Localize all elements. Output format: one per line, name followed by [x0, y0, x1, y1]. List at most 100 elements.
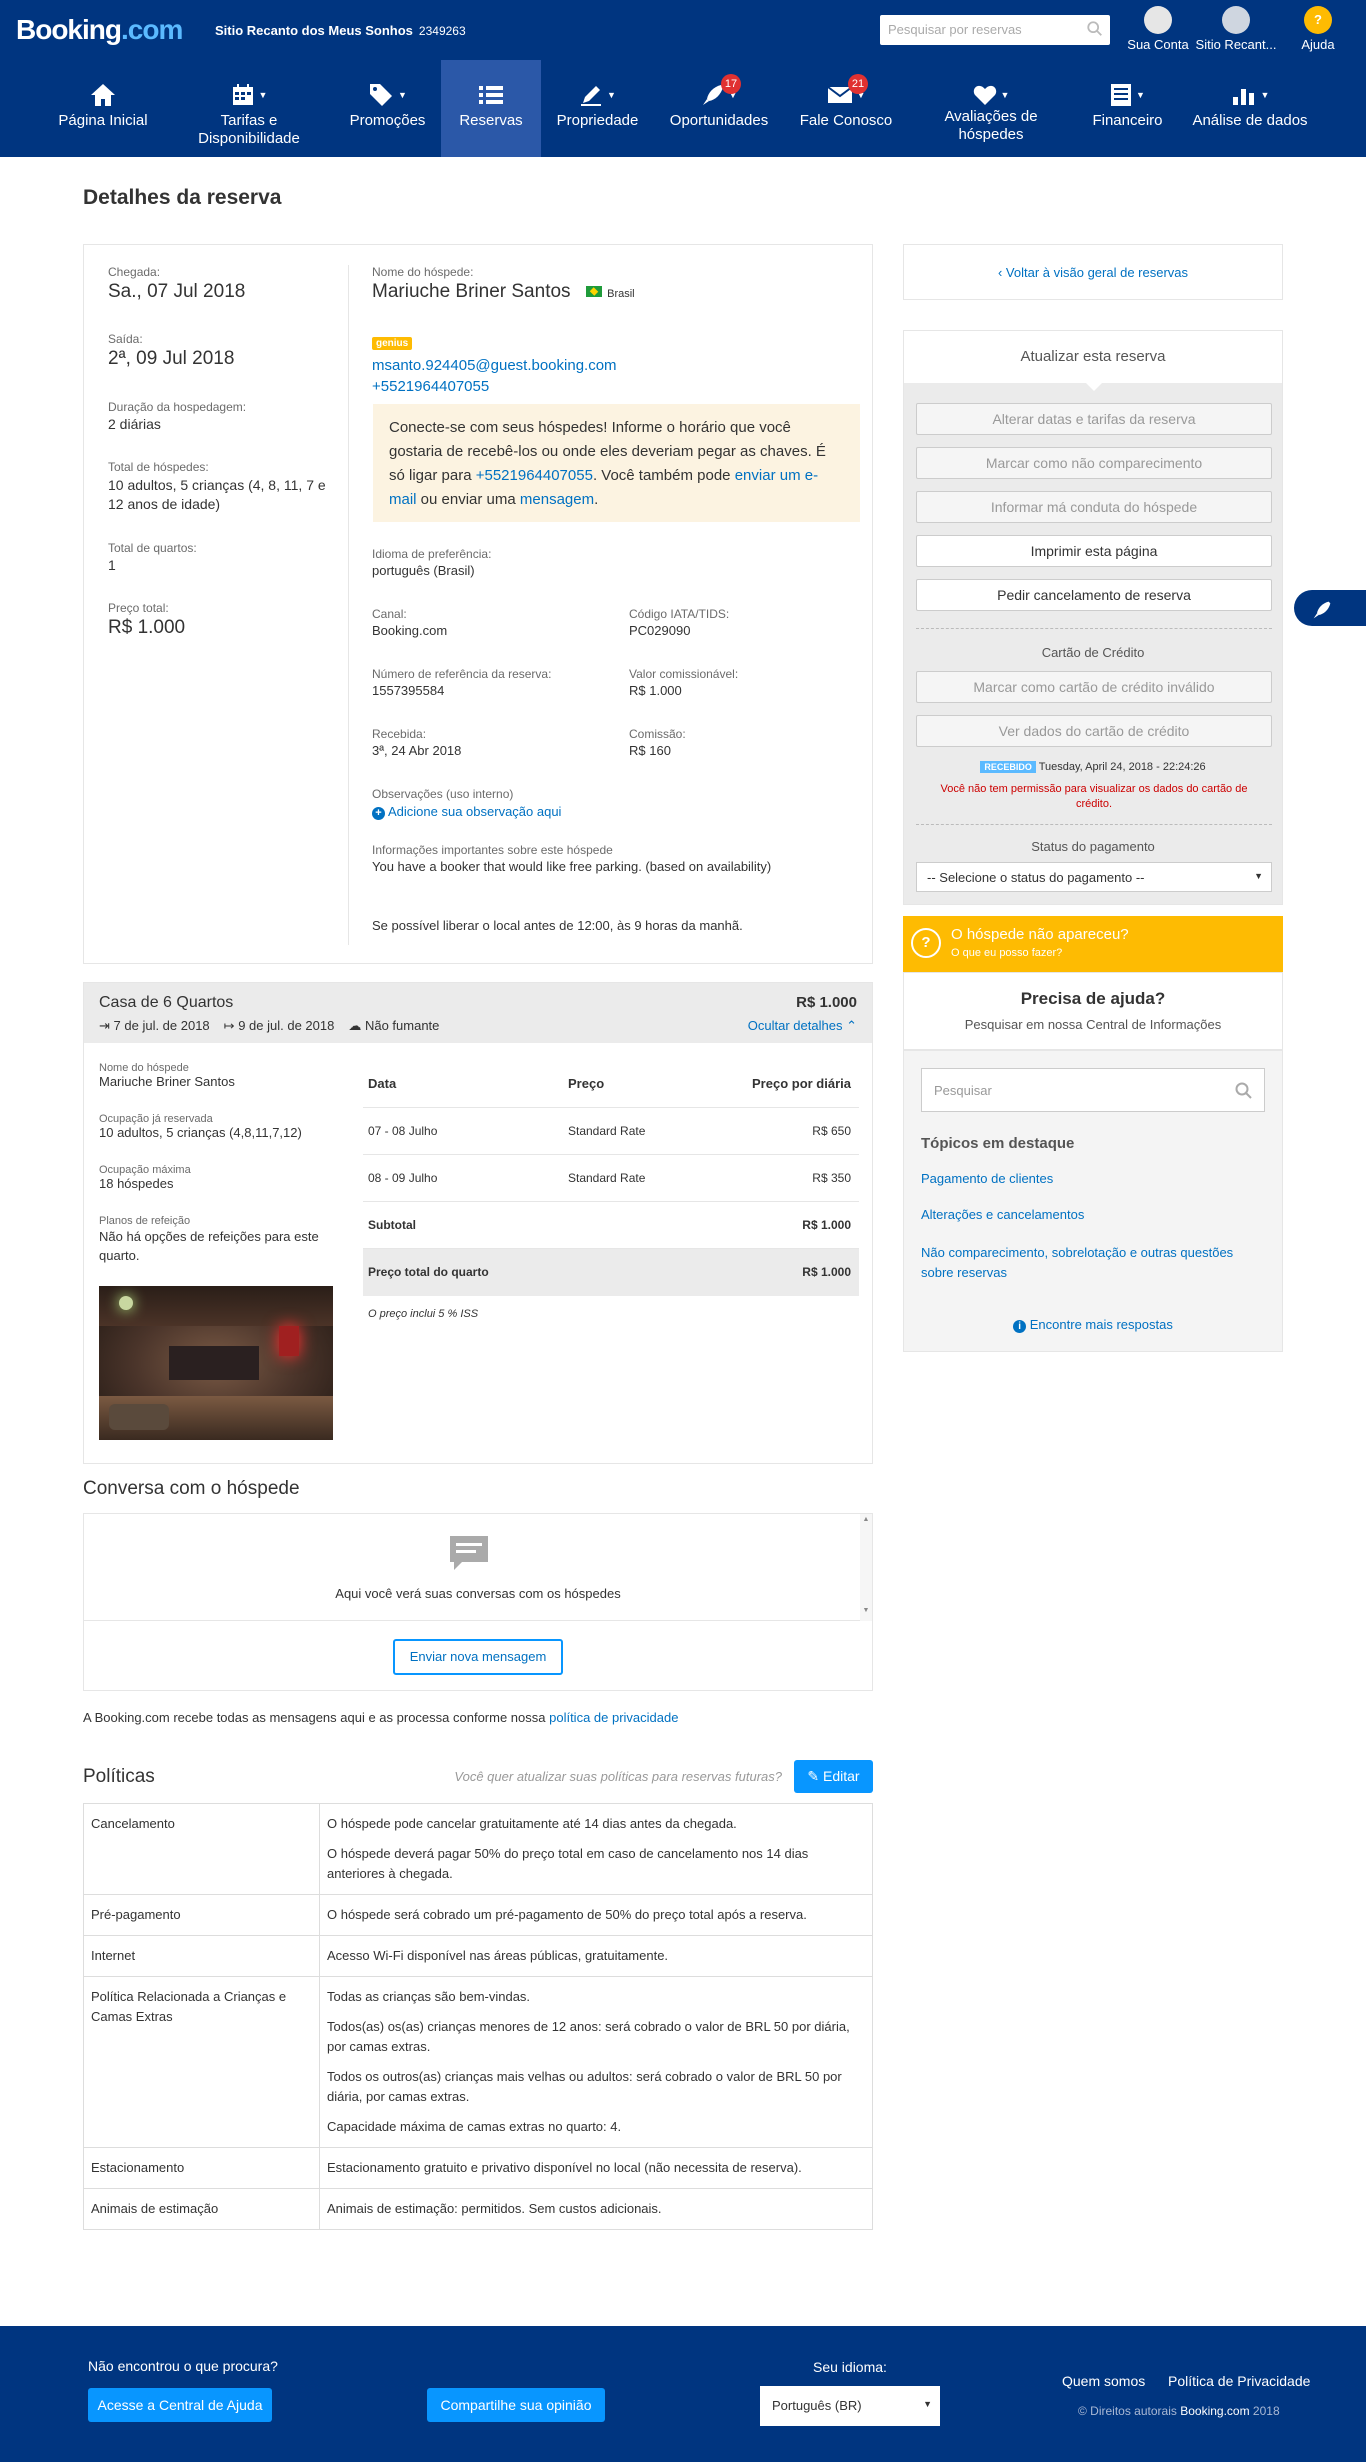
policy-text: O hóspede pode cancelar gratuitamente at…	[319, 1803, 873, 1895]
guest-email-link[interactable]: msanto.924405@guest.booking.com	[372, 355, 617, 376]
commission-value: R$ 160	[629, 743, 671, 758]
conversation-scrollbar[interactable]: ▲ ▼	[860, 1514, 872, 1621]
conversation-card: Aqui você verá suas conversas com os hós…	[83, 1513, 873, 1691]
topic-link[interactable]: Alterações e cancelamentos	[921, 1207, 1084, 1222]
footer: Não encontrou o que procura? Acesse a Ce…	[0, 2326, 1366, 2462]
nav-contact[interactable]: 21 ▼ Fale Conosco	[796, 60, 896, 157]
tag-icon	[370, 84, 393, 106]
reservation-search-input[interactable]: Pesquisar por reservas	[880, 15, 1110, 45]
account-menu[interactable]: Sua Conta	[1126, 6, 1190, 52]
help-center-button[interactable]: Acesse a Central de Ajuda	[88, 2388, 272, 2422]
note-message-link[interactable]: mensagem	[520, 491, 594, 508]
nav-rates[interactable]: ▼ Tarifas e Disponibilidade	[184, 60, 314, 157]
add-observation-link[interactable]: + Adicione sua observação aqui	[372, 804, 561, 820]
nav-reservations[interactable]: Reservas	[441, 60, 541, 157]
room-total-row: Preço total do quarto R$ 1.000	[363, 1249, 859, 1296]
topic-link[interactable]: Pagamento de clientes	[921, 1171, 1053, 1186]
guest-phone-link[interactable]: +5521964407055	[372, 376, 617, 397]
rate-date: 07 - 08 Julho	[368, 1124, 438, 1138]
back-to-overview-link[interactable]: ‹ Voltar à visão geral de reservas	[904, 265, 1282, 280]
nav-property[interactable]: ▼ Propriedade	[550, 60, 645, 157]
nav-home[interactable]: Página Inicial	[48, 60, 158, 157]
language-label: Seu idioma:	[813, 2359, 887, 2375]
policy-line: Todos os outros(as) crianças mais velhas…	[327, 2069, 842, 2104]
room-guest: Mariuche Briner Santos	[99, 1074, 235, 1089]
conversation-area[interactable]: Aqui você verá suas conversas com os hós…	[84, 1514, 872, 1621]
topic-link[interactable]: Não comparecimento, sobrelotação e outra…	[921, 1243, 1261, 1283]
nav-promotions[interactable]: ▼ Promoções	[340, 60, 435, 157]
chevron-down-icon: ▼	[1136, 90, 1145, 100]
nav-opportunities[interactable]: 17 ▼ Oportunidades	[664, 60, 774, 157]
contact-guest-note: Conecte-se com seus hóspedes! Informe o …	[373, 404, 860, 522]
language-select[interactable]: Português (BR) ▼	[760, 2386, 940, 2426]
booking-logo[interactable]: Booking.com	[16, 14, 183, 46]
rate-amount: R$ 650	[812, 1124, 851, 1138]
help-search-input[interactable]: Pesquisar	[921, 1068, 1265, 1112]
checkin-date: Sa., 07 Jul 2018	[108, 281, 246, 302]
share-opinion-button[interactable]: Compartilhe sua opinião	[427, 2388, 605, 2422]
nav-analytics[interactable]: ▼ Análise de dados	[1188, 60, 1312, 157]
room-guest-label: Nome do hóspede	[99, 1062, 189, 1074]
guests-value: 10 adultos, 5 crianças (4, 8, 11, 7 e 12…	[108, 477, 326, 512]
policy-text: Estacionamento gratuito e privativo disp…	[319, 2147, 873, 2189]
rate-row: 08 - 09 Julho Standard Rate R$ 350	[363, 1155, 859, 1202]
note-phone-link[interactable]: +5521964407055	[476, 467, 593, 484]
more-answers-link[interactable]: i Encontre mais respostas	[904, 1317, 1282, 1333]
home-icon	[91, 84, 115, 106]
mark-noshow-button[interactable]: Marcar como não comparecimento	[916, 447, 1272, 479]
help-menu[interactable]: ? Ajuda	[1292, 6, 1344, 52]
print-page-button[interactable]: Imprimir esta página	[916, 535, 1272, 567]
not-found-text: Não encontrou o que procura?	[88, 2358, 278, 2374]
payment-status-select[interactable]: -- Selecione o status do pagamento -- ▼	[916, 862, 1272, 892]
report-misconduct-button[interactable]: Informar má conduta do hóspede	[916, 491, 1272, 523]
iata-value: PC029090	[629, 623, 691, 638]
policy-row: Cancelamento O hóspede pode cancelar grat…	[83, 1803, 873, 1895]
noshow-banner[interactable]: ? O hóspede não apareceu? O que eu posso…	[903, 916, 1283, 972]
room-checkin: ⇥ 7 de jul. de 2018	[99, 1018, 210, 1033]
meal-plan-label: Planos de refeição	[99, 1215, 191, 1227]
policy-name: Internet	[83, 1935, 320, 1977]
top-bar: Booking.com Sitio Recanto dos Meus Sonho…	[0, 0, 1366, 60]
privacy-policy-link[interactable]: política de privacidade	[549, 1710, 678, 1725]
calendar-icon	[232, 84, 253, 105]
mark-invalid-card-button[interactable]: Marcar como cartão de crédito inválido	[916, 671, 1272, 703]
policy-row: Estacionamento Estacionamento gratuito e …	[83, 2147, 873, 2189]
channel-label: Canal:	[372, 607, 407, 621]
hide-details-link[interactable]: Ocultar detalhes ⌃	[748, 1018, 857, 1034]
feedback-rocket-button[interactable]	[1294, 590, 1366, 626]
policy-line: O hóspede pode cancelar gratuitamente at…	[327, 1816, 737, 1831]
privacy-link[interactable]: Política de Privacidade	[1168, 2373, 1310, 2389]
policy-row: Animais de estimação Animais de estimação…	[83, 2188, 873, 2230]
view-card-button[interactable]: Ver dados do cartão de crédito	[916, 715, 1272, 747]
room-photo[interactable]	[99, 1286, 333, 1440]
conversation-title: Conversa com o hóspede	[83, 1478, 300, 1499]
send-message-button[interactable]: Enviar nova mensagem	[393, 1639, 563, 1675]
property-menu[interactable]: Sitio Recant...	[1194, 6, 1278, 52]
rate-plan: Standard Rate	[568, 1171, 646, 1185]
edit-policies-button[interactable]: ✎ Editar	[794, 1760, 873, 1793]
change-dates-button[interactable]: Alterar datas e tarifas da reserva	[916, 403, 1272, 435]
nav-reviews[interactable]: ▼ Avaliações de hóspedes	[930, 60, 1052, 157]
channel-value: Booking.com	[372, 623, 448, 638]
guest-name-label: Nome do hóspede:	[372, 265, 474, 279]
question-icon: ?	[911, 928, 941, 958]
page-title: Detalhes da reserva	[83, 186, 282, 209]
duration-label: Duração da hospedagem:	[108, 400, 247, 414]
max-occupancy-value: 18 hóspedes	[99, 1176, 174, 1191]
observations-label: Observações (uso interno)	[372, 787, 514, 801]
guest-country: Brasil	[607, 288, 635, 300]
about-link[interactable]: Quem somos	[1062, 2373, 1145, 2389]
brazil-flag-icon	[585, 286, 602, 298]
checkout-date: 2ª, 09 Jul 2018	[108, 348, 235, 369]
request-cancellation-button[interactable]: Pedir cancelamento de reserva	[916, 579, 1272, 611]
special-request: Se possível liberar o local antes de 12:…	[372, 918, 743, 933]
list-icon	[479, 86, 503, 104]
nav-finance[interactable]: ▼ Financeiro	[1080, 60, 1175, 157]
credit-card-title: Cartão de Crédito	[1041, 645, 1145, 660]
guest-name: Mariuche Briner Santos Brasil	[372, 281, 635, 302]
chat-icon	[450, 1536, 488, 1570]
arrow-in-icon: ⇥	[99, 1018, 110, 1033]
help-icon: ?	[1304, 6, 1332, 34]
chevron-down-icon: ▼	[923, 2399, 932, 2409]
policy-line: Capacidade máxima de camas extras no qua…	[327, 2119, 622, 2134]
